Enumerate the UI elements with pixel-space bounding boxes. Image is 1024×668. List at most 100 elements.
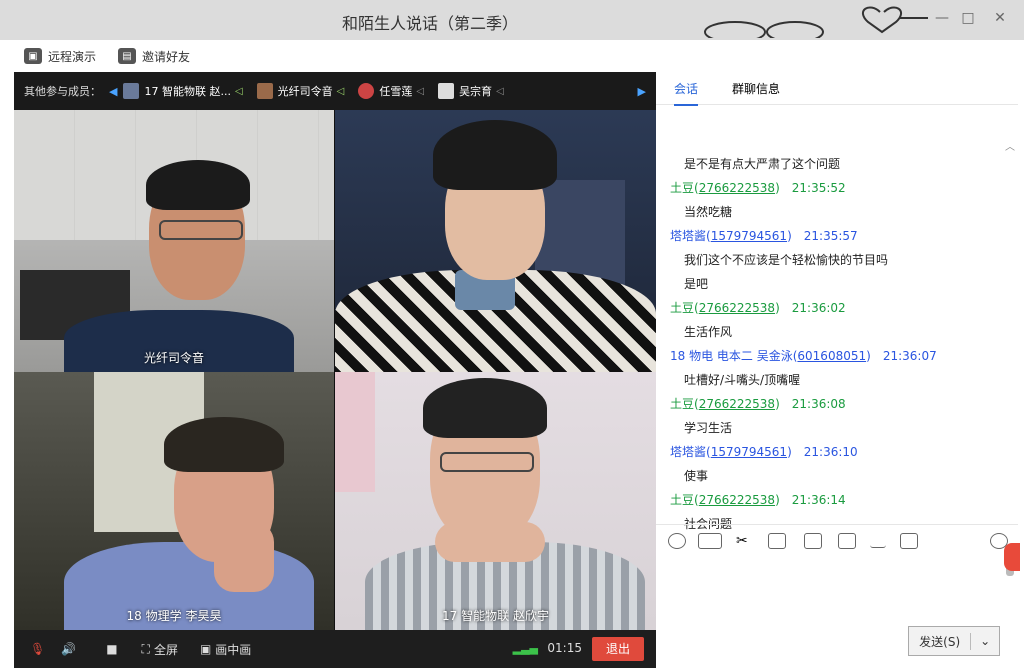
sender-nick: 塔塔酱 [670,445,707,459]
member-bar: 其他参与成员： ◀ 17 智能物联 赵... ◁ 光纤司令音 ◁ 任雪莲 ◁ 吴… [14,72,656,110]
remote-demo-label: 远程演示 [48,49,97,64]
top-toolbar: ▣ 远程演示 ▤ 邀请好友 [14,40,1018,73]
sender-name[interactable]: 土豆(2766222538) 21:35:52 [670,181,846,195]
chat-bubble-icon: ▤ [118,48,136,64]
sender-qq[interactable]: 1579794561 [711,445,787,459]
sender-nick: 18 物电 电本二 吴金泳 [670,349,793,363]
hand [435,522,545,562]
scroll-up-icon[interactable]: ︿ [1005,138,1015,153]
window-title: 和陌生人说话（第二季） [341,14,518,33]
message-time: 21:36:07 [882,349,937,363]
emoji-icon[interactable] [668,533,686,549]
screenshot-icon[interactable] [804,533,822,549]
message-body: 是吧 [684,277,709,291]
sender-qq[interactable]: 2766222538 [699,493,775,507]
message-time: 21:36:02 [791,301,846,315]
sender-qq[interactable]: 601608051 [797,349,866,363]
message-text: 我们这个不应该是个轻松愉快的节目吗 [670,248,1000,272]
avatar [438,83,455,99]
send-button[interactable]: 发送(S) ⌄ [908,626,1000,656]
speaker-icon: ◁ [416,85,425,97]
person-hair [433,120,557,190]
pip-button[interactable]: ▣ 画中画 [200,641,251,658]
scissors-icon[interactable]: ✂ [736,533,752,549]
sender-name[interactable]: 塔塔酱(1579794561) 21:35:57 [670,229,858,243]
sender-qq[interactable]: 1579794561 [711,229,787,243]
member-bar-label: 其他参与成员： [24,85,101,98]
message-body: 是不是有点大严肃了这个问题 [684,157,841,171]
message-text: 是吧 [670,272,1000,296]
video-tile[interactable]: 18 物理学 李昊昊 [14,372,334,630]
message-header: 土豆(2766222538) 21:36:02 [670,296,1000,320]
message-text: 是不是有点大严肃了这个问题 [670,152,1000,176]
member-item[interactable]: 任雪莲 ◁ [358,83,424,99]
invite-friends-label: 邀请好友 [142,49,191,64]
message-header: 土豆(2766222538) 21:36:08 [670,392,1000,416]
side-badge[interactable] [1004,543,1020,571]
message-header: 土豆(2766222538) 21:36:14 [670,488,1000,512]
invite-friends-button[interactable]: ▤ 邀请好友 [118,46,190,66]
message-body: 当然吃糖 [684,205,733,219]
maximize-icon[interactable]: □ [958,10,978,26]
message-text: 当然吃糖 [670,200,1000,224]
close-icon[interactable]: ✕ [990,10,1010,26]
chevron-down-icon[interactable]: ⌄ [971,634,999,648]
message-header: 塔塔酱(1579794561) 21:35:57 [670,224,1000,248]
message-body: 学习生活 [684,421,733,435]
person-hair [146,160,250,210]
tab-conversation[interactable]: 会话 [674,80,699,106]
message-header: 塔塔酱(1579794561) 21:36:10 [670,440,1000,464]
sender-name[interactable]: 土豆(2766222538) 21:36:02 [670,301,846,315]
tile-name: 光纤司令音 [143,351,204,365]
video-tile[interactable]: 光纤司令音 [14,110,334,372]
folder-icon[interactable] [768,533,786,549]
person-hair [423,378,547,438]
chat-tabs: 会话 群聊信息 [656,72,1018,106]
video-tile[interactable] [335,110,656,372]
fullscreen-button[interactable]: ⛶ 全屏 [142,641,178,658]
remote-demo-button[interactable]: ▣ 远程演示 [24,46,96,66]
sender-name[interactable]: 塔塔酱(1579794561) 21:36:10 [670,445,858,459]
scroll-left-icon[interactable]: ◀ [109,85,117,98]
message-header: 18 物电 电本二 吴金泳(601608051) 21:36:07 [670,344,1000,368]
send-label: 发送(S) [909,632,972,650]
message-text: 生活作风 [670,320,1000,344]
sender-name[interactable]: 土豆(2766222538) 21:36:08 [670,397,846,411]
chart-icon[interactable] [870,533,886,548]
member-item[interactable]: 吴宗育 ◁ [438,83,504,99]
member-item[interactable]: 光纤司令音 ◁ [256,83,344,99]
mic-muted-icon[interactable]: 🎙 [30,642,45,656]
gif-icon[interactable] [698,533,722,549]
member-item[interactable]: 17 智能物联 赵... ◁ [123,83,243,99]
video-tile[interactable]: 17 智能物联 赵欣宇 [335,372,656,630]
tab-group-info[interactable]: 群聊信息 [732,80,780,97]
message-time: 21:36:14 [791,493,846,507]
sender-name[interactable]: 18 物电 电本二 吴金泳(601608051) 21:36:07 [670,349,937,363]
sender-nick: 土豆 [670,181,695,195]
glasses [159,220,243,240]
sender-qq[interactable]: 2766222538 [699,301,775,315]
tile-name: 18 物理学 李昊昊 [126,609,222,623]
leave-button[interactable]: 退出 [592,637,644,661]
speaker-icon[interactable]: 🔊 [61,642,76,656]
member-name: 17 智能物联 赵... [144,85,231,98]
document-icon[interactable] [900,533,918,549]
sender-qq[interactable]: 2766222538 [699,397,775,411]
sender-nick: 塔塔酱 [670,229,707,243]
sender-name[interactable]: 土豆(2766222538) 21:36:14 [670,493,846,507]
sender-qq[interactable]: 2766222538 [699,181,775,195]
hand [214,522,274,592]
curtain [335,372,375,492]
tile-name: 17 智能物联 赵欣宇 [442,609,549,623]
speaker-icon: ◁ [496,85,504,97]
pip-icon: ▣ [199,642,212,656]
member-name: 光纤司令音 [277,85,333,98]
message-text: 使事 [670,464,1000,488]
minimize-icon[interactable]: — [932,10,952,26]
scroll-right-icon[interactable]: ▶ [638,85,646,98]
image-icon[interactable] [838,533,856,549]
message-text: 学习生活 [670,416,1000,440]
message-time: 21:35:52 [791,181,846,195]
camera-icon[interactable]: ■ [106,642,117,656]
message-body: 使事 [684,469,709,483]
